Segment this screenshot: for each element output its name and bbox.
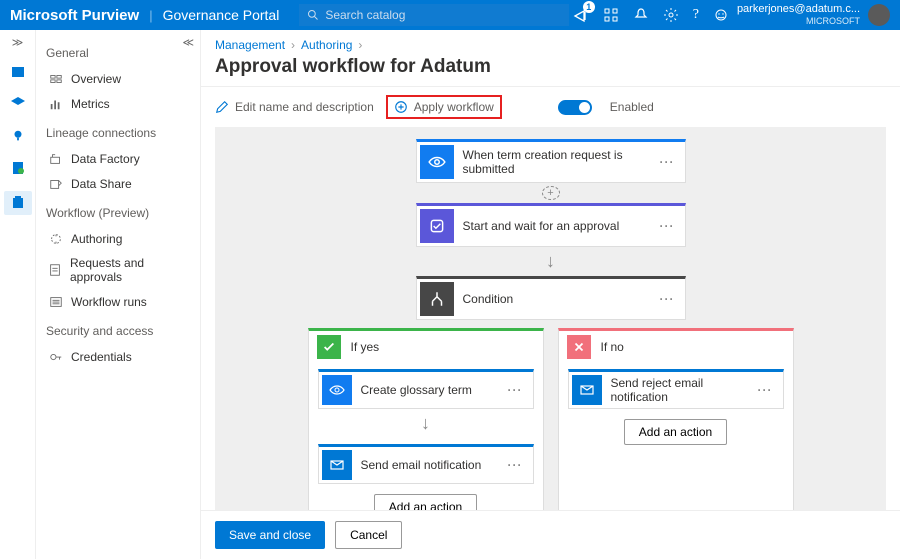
toolbar: Edit name and description Apply workflow… xyxy=(201,86,900,127)
condition-step[interactable]: Condition ··· xyxy=(416,276,686,320)
more-icon[interactable]: ··· xyxy=(498,458,533,472)
add-action-button[interactable]: Add an action xyxy=(374,494,477,510)
more-icon[interactable]: ··· xyxy=(650,219,685,233)
send-email-step[interactable]: Send email notification ··· xyxy=(318,444,534,484)
nav-rail: ≫ xyxy=(0,30,36,559)
nav-section-workflow: Workflow (Preview) xyxy=(46,206,190,220)
breadcrumb: Management › Authoring › xyxy=(201,30,900,54)
avatar[interactable] xyxy=(868,4,890,26)
page-title: Approval workflow for Adatum xyxy=(201,54,900,86)
enabled-label: Enabled xyxy=(610,100,654,114)
nav-item-overview[interactable]: Overview xyxy=(46,66,190,91)
chevron-right-icon: › xyxy=(291,38,295,52)
rail-item-policy[interactable] xyxy=(9,159,27,177)
nav-item-data-factory[interactable]: Data Factory xyxy=(46,146,190,171)
approval-step[interactable]: Start and wait for an approval ··· xyxy=(416,203,686,247)
apps-icon[interactable] xyxy=(603,7,619,23)
check-icon xyxy=(317,335,341,359)
more-icon[interactable]: ··· xyxy=(650,292,685,306)
eye-icon xyxy=(329,382,345,398)
add-action-button[interactable]: Add an action xyxy=(624,419,727,445)
add-step-icon[interactable]: + xyxy=(542,186,560,200)
expand-rail-icon[interactable]: ≫ xyxy=(12,36,24,49)
rail-item-collections[interactable] xyxy=(9,63,27,81)
nav-item-requests[interactable]: Requests and approvals xyxy=(46,251,190,289)
more-icon[interactable]: ··· xyxy=(748,383,783,397)
nav-section-lineage: Lineage connections xyxy=(46,126,190,140)
branch-icon xyxy=(428,290,446,308)
pencil-icon xyxy=(215,100,229,114)
arrow-down-icon: ↓ xyxy=(546,247,555,276)
topbar-icons: ? xyxy=(573,7,729,23)
rail-item-insights[interactable] xyxy=(9,127,27,145)
nav-item-credentials[interactable]: Credentials xyxy=(46,344,190,369)
announcements-icon[interactable] xyxy=(573,7,589,23)
nav-item-authoring[interactable]: Authoring xyxy=(46,226,190,251)
trigger-step[interactable]: When term creation request is submitted … xyxy=(416,139,686,183)
portal-name: Governance Portal xyxy=(163,7,280,23)
crumb-authoring[interactable]: Authoring xyxy=(301,38,352,52)
workflow-canvas: When term creation request is submitted … xyxy=(215,127,886,510)
search-input[interactable]: Search catalog xyxy=(299,4,569,26)
eye-icon xyxy=(428,153,446,171)
if-yes-branch: If yes Create glossary term ··· ↓ Send e… xyxy=(308,328,544,510)
send-reject-email-step[interactable]: Send reject email notification ··· xyxy=(568,369,784,409)
crumb-management[interactable]: Management xyxy=(215,38,285,52)
create-term-step[interactable]: Create glossary term ··· xyxy=(318,369,534,409)
mail-icon xyxy=(329,457,345,473)
cancel-button[interactable]: Cancel xyxy=(335,521,402,549)
edit-name-button[interactable]: Edit name and description xyxy=(215,100,374,114)
chevron-right-icon: › xyxy=(358,38,362,52)
apply-workflow-button[interactable]: Apply workflow xyxy=(386,95,502,119)
collapse-nav-icon[interactable]: ≪ xyxy=(182,36,194,49)
gear-icon[interactable] xyxy=(663,7,679,23)
top-bar: Microsoft Purview | Governance Portal Se… xyxy=(0,0,900,30)
user-info[interactable]: parkerjones@adatum.c... MICROSOFT xyxy=(737,3,860,27)
if-no-branch: If no Send reject email notification ···… xyxy=(558,328,794,510)
rail-item-sources[interactable] xyxy=(9,95,27,113)
nav-section-general: General xyxy=(46,46,190,60)
mail-icon xyxy=(579,382,595,398)
x-icon xyxy=(567,335,591,359)
nav-item-workflow-runs[interactable]: Workflow runs xyxy=(46,289,190,314)
plus-circle-icon xyxy=(394,100,408,114)
bell-icon[interactable] xyxy=(633,7,649,23)
nav-section-security: Security and access xyxy=(46,324,190,338)
search-icon xyxy=(307,9,319,21)
nav-item-data-share[interactable]: Data Share xyxy=(46,171,190,196)
brand: Microsoft Purview xyxy=(10,7,139,24)
feedback-icon[interactable] xyxy=(713,7,729,23)
help-icon[interactable]: ? xyxy=(693,7,699,23)
more-icon[interactable]: ··· xyxy=(498,383,533,397)
arrow-down-icon: ↓ xyxy=(421,409,430,438)
enabled-toggle[interactable] xyxy=(558,100,592,115)
footer: Save and close Cancel xyxy=(201,510,900,559)
nav-item-metrics[interactable]: Metrics xyxy=(46,91,190,116)
approval-icon xyxy=(428,217,446,235)
save-button[interactable]: Save and close xyxy=(215,521,325,549)
side-nav: ≪ General Overview Metrics Lineage conne… xyxy=(36,30,201,559)
rail-item-management[interactable] xyxy=(4,191,32,215)
more-icon[interactable]: ··· xyxy=(650,155,685,169)
